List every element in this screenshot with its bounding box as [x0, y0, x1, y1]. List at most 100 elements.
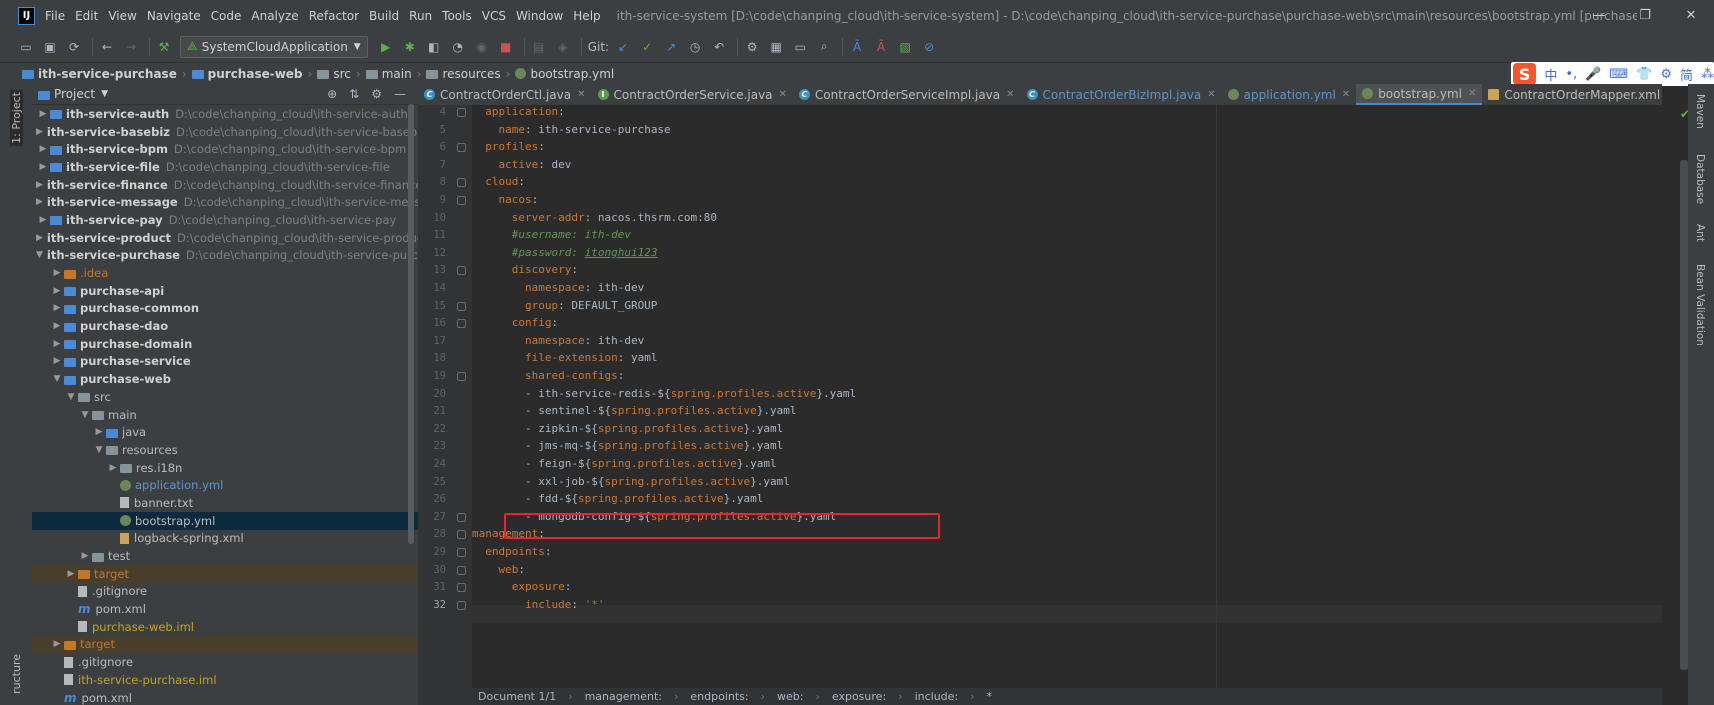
menu-vcs[interactable]: VCS [482, 9, 506, 23]
tree-row[interactable]: ▶ ith-service-file D:\code\chanping_cloud\… [32, 158, 418, 176]
menu-help[interactable]: Help [573, 9, 600, 23]
tree-row[interactable]: logback-spring.xml [32, 530, 418, 548]
chevron-right-icon[interactable]: ▶ [92, 427, 106, 437]
tree-row[interactable]: ▶ ith-service-finance D:\code\chanping_clo… [32, 176, 418, 194]
git-rollback-icon[interactable]: ↶ [711, 39, 727, 55]
fold-marker-icon[interactable] [457, 196, 466, 205]
close-button[interactable]: ✕ [1668, 0, 1714, 31]
editor-tab[interactable]: C ContractOrderCtl.java ✕ [418, 84, 592, 105]
chevron-right-icon[interactable]: ▶ [36, 233, 43, 243]
close-tab-icon[interactable]: ✕ [1468, 88, 1476, 99]
database-tool-tab[interactable]: Database [1694, 154, 1706, 204]
project-view-selector[interactable]: Project [54, 87, 95, 101]
build-hammer-icon[interactable]: ⚒ [156, 39, 172, 55]
editor-tab[interactable]: C ContractOrderServiceImpl.java ✕ [793, 84, 1021, 105]
close-tab-icon[interactable]: ✕ [779, 89, 787, 100]
fold-marker-icon[interactable] [457, 583, 466, 593]
tree-row[interactable]: ▶ purchase-service [32, 353, 418, 371]
git-commit-icon[interactable]: ✓ [639, 39, 655, 55]
attach-debugger-icon[interactable]: ◈ [555, 39, 571, 55]
editor-tab[interactable]: application.yml ✕ [1222, 84, 1357, 105]
ime-keyboard-icon[interactable]: ⌨ [1609, 67, 1628, 82]
tree-row[interactable]: ▼ ith-service-purchase D:\code\chanping_cl… [32, 247, 418, 265]
chevron-right-icon[interactable]: ▶ [50, 286, 64, 296]
fold-marker-icon[interactable] [457, 548, 466, 557]
chevron-right-icon[interactable]: ▶ [36, 144, 50, 154]
editor-breadcrumb-item[interactable]: web: [777, 690, 803, 703]
breadcrumb-item[interactable]: purchase-web [191, 67, 303, 81]
editor-breadcrumb-item[interactable]: exposure: [832, 690, 886, 703]
search-icon[interactable]: ⌕ [816, 39, 832, 55]
chevron-down-icon[interactable]: ▼ [36, 250, 43, 260]
ime-chinese-toggle[interactable]: 中 [1544, 65, 1557, 84]
tree-row[interactable]: m pom.xml [32, 600, 418, 618]
suspend-icon[interactable]: ▤ [531, 39, 547, 55]
ant-tool-tab[interactable]: Ant [1694, 224, 1706, 242]
tree-row[interactable]: ▼ resources [32, 441, 418, 459]
breadcrumb-item[interactable]: resources [426, 67, 501, 81]
chevron-right-icon[interactable]: ▶ [50, 303, 64, 313]
tree-row[interactable]: ▼ purchase-web [32, 370, 418, 388]
git-update-icon[interactable]: ↙ [615, 39, 631, 55]
fold-marker-icon[interactable] [457, 178, 466, 188]
collapse-all-icon[interactable]: ⇅ [349, 87, 359, 101]
chevron-down-icon[interactable]: ▼ [101, 89, 108, 99]
tree-row[interactable]: ▶ purchase-common [32, 300, 418, 318]
ime-punctuation-icon[interactable]: •, [1565, 67, 1577, 82]
gear-icon[interactable]: ⚙ [371, 87, 382, 101]
translate-icon[interactable]: Ā [849, 39, 865, 55]
editor-tab[interactable]: I ContractOrderService.java ✕ [592, 84, 793, 105]
editor-breadcrumb-item[interactable]: * [987, 690, 993, 703]
tree-row[interactable]: ▶ purchase-api [32, 282, 418, 300]
tree-row[interactable]: ▶ ith-service-message D:\code\chanping_clo… [32, 193, 418, 211]
stop-icon[interactable]: ■ [498, 39, 514, 55]
chevron-right-icon[interactable]: ▶ [64, 569, 78, 579]
coverage-icon[interactable]: ◧ [426, 39, 442, 55]
menu-tools[interactable]: Tools [442, 9, 472, 23]
maximize-button[interactable]: ❐ [1622, 0, 1668, 31]
breadcrumb-item[interactable]: ith-service-purchase [22, 67, 177, 81]
project-scrollbar[interactable] [408, 104, 414, 544]
back-icon[interactable]: ← [99, 39, 115, 55]
editor-scrollbar[interactable] [1680, 160, 1688, 670]
tree-row[interactable]: ith-service-purchase.iml [32, 671, 418, 689]
chevron-right-icon[interactable]: ▶ [36, 215, 50, 225]
open-folder-icon[interactable]: ▭ [18, 39, 34, 55]
close-tab-icon[interactable]: ✕ [1207, 89, 1215, 100]
fold-marker-icon[interactable] [457, 319, 466, 329]
chevron-right-icon[interactable]: ▶ [50, 356, 64, 366]
menu-edit[interactable]: Edit [75, 9, 98, 23]
chevron-right-icon[interactable]: ▶ [36, 197, 43, 207]
minimize-button[interactable]: — [1576, 0, 1622, 31]
menu-code[interactable]: Code [211, 9, 242, 23]
chevron-right-icon[interactable]: ▶ [36, 127, 43, 137]
breadcrumb-item[interactable]: main [365, 67, 412, 81]
menu-navigate[interactable]: Navigate [147, 9, 201, 23]
ime-simplified-toggle[interactable]: 简 [1680, 65, 1693, 84]
chevron-right-icon[interactable]: ▶ [36, 180, 43, 190]
tree-row[interactable]: ▼ src [32, 388, 418, 406]
tree-row[interactable]: ▶ res.i18n [32, 459, 418, 477]
menu-view[interactable]: View [108, 9, 136, 23]
menu-window[interactable]: Window [516, 9, 563, 23]
fold-marker-icon[interactable] [457, 530, 466, 540]
tree-row[interactable]: ▶ java [32, 423, 418, 441]
fold-marker-icon[interactable] [457, 143, 466, 153]
chevron-down-icon[interactable]: ▼ [50, 374, 64, 384]
ime-skin-icon[interactable]: 👕 [1636, 67, 1652, 82]
chevron-right-icon[interactable]: ▶ [50, 339, 64, 349]
breadcrumb-item[interactable]: bootstrap.yml [515, 67, 614, 81]
ime-microphone-icon[interactable]: 🎤 [1585, 67, 1601, 82]
chevron-right-icon[interactable]: ▶ [78, 551, 92, 561]
chevron-right-icon[interactable]: ▶ [36, 109, 50, 119]
tree-row[interactable]: ▶ purchase-dao [32, 317, 418, 335]
editor-breadcrumb-item[interactable]: management: [585, 690, 662, 703]
menu-refactor[interactable]: Refactor [309, 9, 359, 23]
tree-row[interactable]: application.yml [32, 476, 418, 494]
translate-replace-icon[interactable]: Ā [873, 39, 889, 55]
run-icon[interactable]: ▶ [378, 39, 394, 55]
fold-marker-icon[interactable] [457, 108, 466, 117]
chevron-down-icon[interactable]: ▼ [92, 445, 106, 455]
editor-breadcrumb-item[interactable]: endpoints: [690, 690, 748, 703]
editor-tab[interactable]: C ContractOrderBizImpl.java ✕ [1021, 84, 1222, 105]
